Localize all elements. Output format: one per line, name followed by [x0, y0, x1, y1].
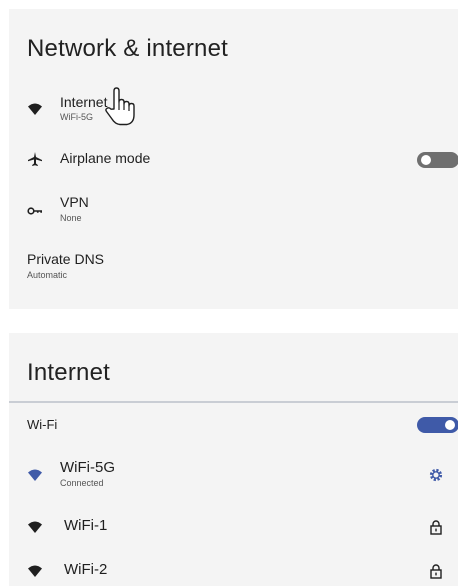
network-item[interactable]: WiFi-2 — [9, 555, 458, 587]
hand-cursor-icon — [103, 86, 137, 126]
private-dns-subtitle: Automatic — [27, 270, 68, 280]
page-title: Network & internet — [27, 35, 229, 62]
airplane-mode-toggle[interactable] — [417, 152, 458, 168]
internet-title: Internet — [27, 359, 110, 386]
lock-icon — [428, 563, 444, 579]
wifi-toggle[interactable] — [417, 417, 458, 433]
network-item[interactable]: WiFi-5G Connected — [9, 455, 458, 495]
title-divider — [9, 401, 458, 403]
network-name: WiFi-1 — [64, 517, 108, 534]
private-dns-item[interactable]: Private DNS Automatic — [9, 243, 458, 287]
network-name: WiFi-5G — [60, 459, 115, 476]
wifi-icon — [27, 519, 43, 535]
wifi-label: Wi-Fi — [27, 417, 58, 432]
internet-panel: Internet Wi-Fi WiFi-5G Connected WiFi-1 … — [9, 333, 458, 586]
network-name: WiFi-2 — [64, 561, 108, 578]
vpn-item[interactable]: VPN None — [9, 187, 458, 231]
wifi-icon — [27, 467, 43, 483]
private-dns-label: Private DNS — [27, 251, 105, 267]
network-item[interactable]: WiFi-1 — [9, 511, 458, 543]
internet-subtitle: WiFi-5G — [60, 112, 93, 122]
airplane-icon — [27, 151, 43, 167]
key-icon — [27, 203, 43, 219]
airplane-mode-label: Airplane mode — [60, 150, 151, 166]
network-status: Connected — [60, 478, 104, 488]
airplane-mode-item[interactable]: Airplane mode — [9, 143, 458, 175]
internet-item[interactable]: Internet WiFi-5G — [9, 89, 458, 133]
network-internet-panel: Network & internet Internet WiFi-5G Airp… — [9, 9, 458, 309]
toggle-knob — [421, 155, 431, 165]
wifi-icon — [27, 563, 43, 579]
vpn-subtitle: None — [60, 213, 82, 223]
vpn-label: VPN — [60, 194, 89, 210]
toggle-knob — [445, 420, 455, 430]
wifi-icon — [27, 101, 43, 117]
wifi-toggle-row[interactable]: Wi-Fi — [9, 411, 458, 439]
gear-icon[interactable] — [428, 467, 444, 483]
lock-icon — [428, 519, 444, 535]
internet-label: Internet — [60, 94, 108, 110]
